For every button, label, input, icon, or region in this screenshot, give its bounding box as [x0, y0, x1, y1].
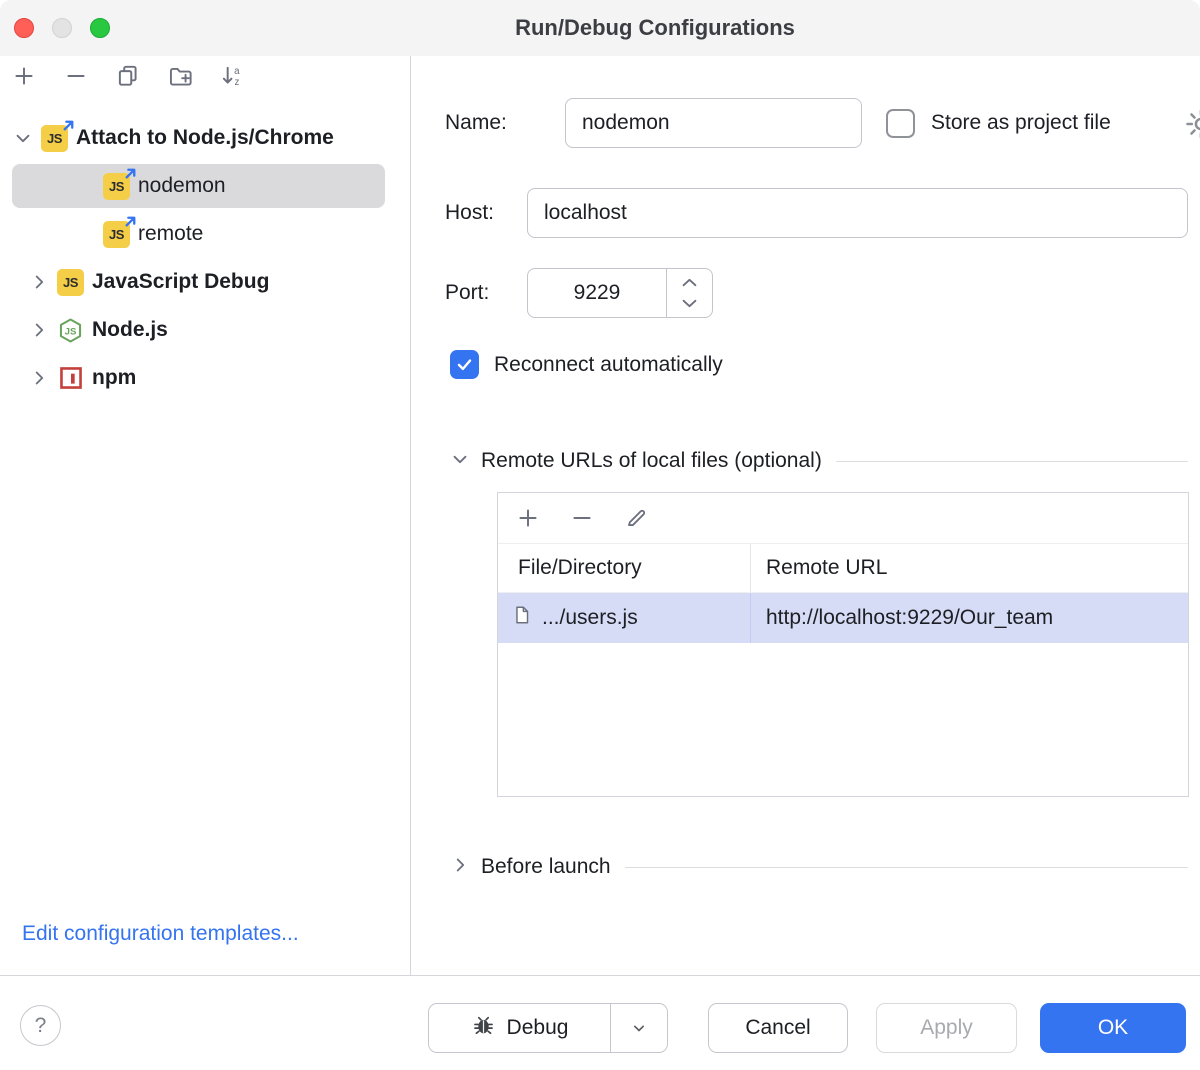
increment-icon[interactable]	[682, 274, 697, 292]
window-title: Run/Debug Configurations	[110, 0, 1200, 56]
section-rule	[625, 867, 1188, 868]
footer-divider	[0, 975, 1200, 976]
tree-item-label: Node.js	[92, 318, 168, 342]
remote-urls-section-header[interactable]: Remote URLs of local files (optional)	[449, 447, 1188, 475]
minimize-window-button[interactable]	[52, 18, 72, 38]
configurations-toolbar: az	[10, 62, 246, 90]
add-row-icon[interactable]	[514, 504, 542, 532]
tree-item-label: Attach to Node.js/Chrome	[76, 126, 334, 150]
tree-item-label: npm	[92, 366, 136, 390]
debug-dropdown-chevron-icon[interactable]	[611, 1004, 667, 1052]
column-header-file-directory[interactable]: File/Directory	[498, 544, 751, 592]
debug-split-button[interactable]: Debug	[428, 1003, 668, 1053]
name-input[interactable]	[565, 98, 862, 148]
tree-item-attach-to-node-chrome[interactable]: JS Attach to Node.js/Chrome	[0, 114, 409, 162]
column-header-remote-url[interactable]: Remote URL	[751, 544, 1188, 592]
table-toolbar	[498, 493, 1188, 544]
configurations-tree: JS Attach to Node.js/Chrome JS nodemon J…	[0, 114, 409, 402]
store-as-project-file-label: Store as project file	[931, 98, 1111, 148]
port-stepper	[527, 268, 713, 318]
reconnect-automatically-checkbox[interactable]	[450, 350, 479, 379]
chevron-down-icon[interactable]	[449, 448, 471, 475]
debug-button-label: Debug	[507, 1016, 569, 1040]
tree-item-label: JavaScript Debug	[92, 270, 269, 294]
host-input[interactable]	[527, 188, 1188, 238]
chevron-right-icon[interactable]	[26, 269, 52, 295]
name-label: Name:	[445, 98, 507, 148]
attach-config-icon: JS	[103, 173, 130, 200]
nodejs-icon: JS	[57, 317, 84, 344]
tree-item-label: remote	[138, 222, 203, 246]
svg-text:JS: JS	[65, 326, 77, 337]
chevron-right-icon[interactable]	[26, 317, 52, 343]
svg-text:a: a	[234, 66, 240, 77]
chevron-down-icon[interactable]	[10, 125, 36, 151]
npm-icon	[57, 365, 84, 392]
tree-item-nodemon[interactable]: JS nodemon	[0, 162, 409, 210]
remove-row-icon[interactable]	[568, 504, 596, 532]
edit-configuration-templates-link[interactable]: Edit configuration templates...	[22, 922, 299, 946]
host-label: Host:	[445, 188, 494, 238]
port-label: Port:	[445, 268, 489, 318]
svg-text:z: z	[234, 77, 239, 88]
run-debug-configurations-dialog: Run/Debug Configurations az JS A	[0, 0, 1200, 1070]
panel-divider	[410, 56, 411, 976]
apply-button: Apply	[876, 1003, 1017, 1053]
remote-urls-table: File/Directory Remote URL .../users.js h…	[497, 492, 1189, 797]
port-input[interactable]	[528, 269, 666, 317]
ok-button[interactable]: OK	[1040, 1003, 1186, 1053]
remote-urls-section-label: Remote URLs of local files (optional)	[481, 449, 822, 473]
new-folder-icon[interactable]	[166, 62, 194, 90]
attach-config-icon: JS	[103, 221, 130, 248]
table-row[interactable]: .../users.js http://localhost:9229/Our_t…	[498, 593, 1188, 643]
reconnect-automatically-label: Reconnect automatically	[494, 353, 723, 377]
edit-row-icon[interactable]	[622, 504, 650, 532]
tree-item-npm[interactable]: npm	[0, 354, 409, 402]
sort-alphabetically-icon[interactable]: az	[218, 62, 246, 90]
tree-item-nodejs[interactable]: JS Node.js	[0, 306, 409, 354]
cancel-button[interactable]: Cancel	[708, 1003, 848, 1053]
help-button[interactable]: ?	[20, 1005, 61, 1046]
gear-icon[interactable]	[1184, 107, 1200, 146]
add-configuration-icon[interactable]	[10, 62, 38, 90]
store-as-project-file-checkbox[interactable]	[886, 109, 915, 138]
cell-remote-url[interactable]: http://localhost:9229/Our_team	[751, 593, 1188, 643]
copy-configuration-icon[interactable]	[114, 62, 142, 90]
javascript-debug-icon: JS	[57, 269, 84, 296]
remove-configuration-icon[interactable]	[62, 62, 90, 90]
bug-icon	[471, 1013, 496, 1044]
chevron-right-icon[interactable]	[26, 365, 52, 391]
section-rule	[836, 461, 1188, 462]
titlebar: Run/Debug Configurations	[0, 0, 1200, 56]
close-window-button[interactable]	[14, 18, 34, 38]
attach-nodejs-chrome-icon: JS	[41, 125, 68, 152]
before-launch-section-header[interactable]: Before launch	[449, 853, 1188, 881]
port-stepper-buttons	[666, 269, 712, 317]
tree-item-remote[interactable]: JS remote	[0, 210, 409, 258]
before-launch-section-label: Before launch	[481, 855, 611, 879]
tree-item-label: nodemon	[138, 174, 226, 198]
window-controls	[14, 18, 110, 38]
decrement-icon[interactable]	[682, 295, 697, 313]
zoom-window-button[interactable]	[90, 18, 110, 38]
debug-action[interactable]: Debug	[429, 1004, 610, 1052]
file-icon	[511, 603, 533, 633]
reconnect-automatically-row: Reconnect automatically	[450, 350, 723, 379]
chevron-right-icon[interactable]	[449, 854, 471, 881]
table-header: File/Directory Remote URL	[498, 544, 1188, 593]
file-path: .../users.js	[542, 606, 638, 630]
cell-file-directory[interactable]: .../users.js	[498, 593, 751, 643]
tree-item-javascript-debug[interactable]: JS JavaScript Debug	[0, 258, 409, 306]
